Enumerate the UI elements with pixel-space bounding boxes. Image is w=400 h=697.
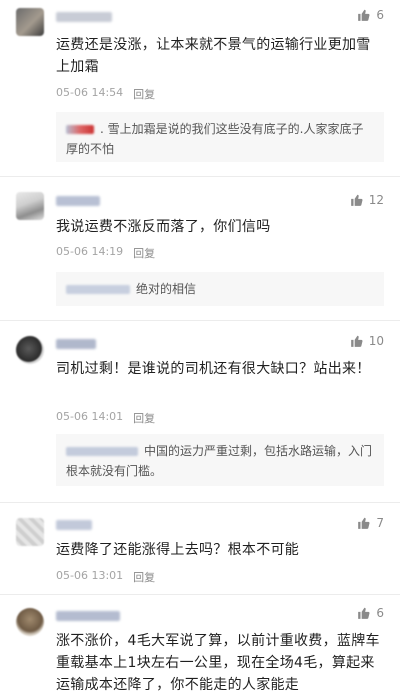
like-count: 6 bbox=[376, 8, 384, 22]
comment-meta: 05-06 14:19 回复 bbox=[56, 245, 155, 261]
like-button[interactable]: 12 bbox=[350, 193, 384, 207]
username-blurred[interactable] bbox=[56, 339, 96, 349]
like-count: 10 bbox=[368, 334, 384, 348]
sub-reply-username bbox=[66, 285, 130, 294]
comment-meta: 05-06 14:54 回复 bbox=[56, 86, 155, 102]
comment-meta: 05-06 14:01 回复 bbox=[56, 410, 155, 426]
username-blurred[interactable] bbox=[56, 520, 92, 530]
reply-link[interactable]: 回复 bbox=[133, 410, 155, 426]
sub-reply-text: 绝对的相信 bbox=[136, 282, 197, 296]
comment-time: 05-06 14:01 bbox=[56, 410, 124, 423]
avatar[interactable] bbox=[16, 8, 44, 36]
comment-text: 运费还是没涨，让本来就不景气的运输行业更加雪上加霜 bbox=[56, 37, 371, 75]
sub-reply-username bbox=[66, 125, 94, 134]
avatar[interactable] bbox=[16, 336, 44, 364]
like-button[interactable]: 6 bbox=[357, 606, 384, 620]
reply-link[interactable]: 回复 bbox=[133, 86, 155, 102]
like-count: 6 bbox=[376, 606, 384, 620]
username-blurred[interactable] bbox=[56, 12, 112, 22]
comment-time: 05-06 13:01 bbox=[56, 569, 124, 582]
comment-time: 05-06 14:19 bbox=[56, 245, 124, 258]
comment-text: 运费降了还能涨得上去吗？根本不可能 bbox=[56, 542, 300, 558]
thumbs-up-icon bbox=[357, 606, 371, 620]
comment-text: 我说运费不涨反而落了，你们信吗 bbox=[56, 219, 271, 235]
username-blurred[interactable] bbox=[56, 196, 100, 206]
sub-reply-text: . 雪上加霜是说的我们这些没有底子的.人家家底子厚的不怕 bbox=[66, 122, 364, 156]
thumbs-up-icon bbox=[357, 516, 371, 530]
sub-reply-username bbox=[66, 447, 138, 456]
like-button[interactable]: 6 bbox=[357, 8, 384, 22]
reply-link[interactable]: 回复 bbox=[133, 245, 155, 261]
avatar[interactable] bbox=[16, 518, 44, 546]
like-button[interactable]: 10 bbox=[350, 334, 384, 348]
sub-reply[interactable]: 中国的运力严重过剩，包括水路运输，入门根本就没有门槛。 bbox=[56, 434, 384, 486]
divider bbox=[0, 594, 400, 595]
comment-meta: 05-06 13:01 回复 bbox=[56, 569, 155, 585]
comment-time: 05-06 14:54 bbox=[56, 86, 124, 99]
comment-text: 涨不涨价，4毛大军说了算，以前计重收费，蓝牌车重载基本上1块左右一公里，现在全场… bbox=[56, 633, 380, 693]
like-count: 12 bbox=[368, 193, 384, 207]
like-count: 7 bbox=[376, 516, 384, 530]
avatar[interactable] bbox=[16, 608, 44, 636]
like-button[interactable]: 7 bbox=[357, 516, 384, 530]
username-blurred[interactable] bbox=[56, 611, 120, 621]
thumbs-up-icon bbox=[350, 193, 364, 207]
divider bbox=[0, 176, 400, 177]
divider bbox=[0, 502, 400, 503]
sub-reply[interactable]: 绝对的相信 bbox=[56, 272, 384, 306]
divider bbox=[0, 320, 400, 321]
thumbs-up-icon bbox=[357, 8, 371, 22]
sub-reply[interactable]: . 雪上加霜是说的我们这些没有底子的.人家家底子厚的不怕 bbox=[56, 112, 384, 162]
thumbs-up-icon bbox=[350, 334, 364, 348]
reply-link[interactable]: 回复 bbox=[133, 569, 155, 585]
avatar[interactable] bbox=[16, 192, 44, 220]
comment-text: 司机过剩！是谁说的司机还有很大缺口？站出来！ bbox=[56, 361, 371, 377]
